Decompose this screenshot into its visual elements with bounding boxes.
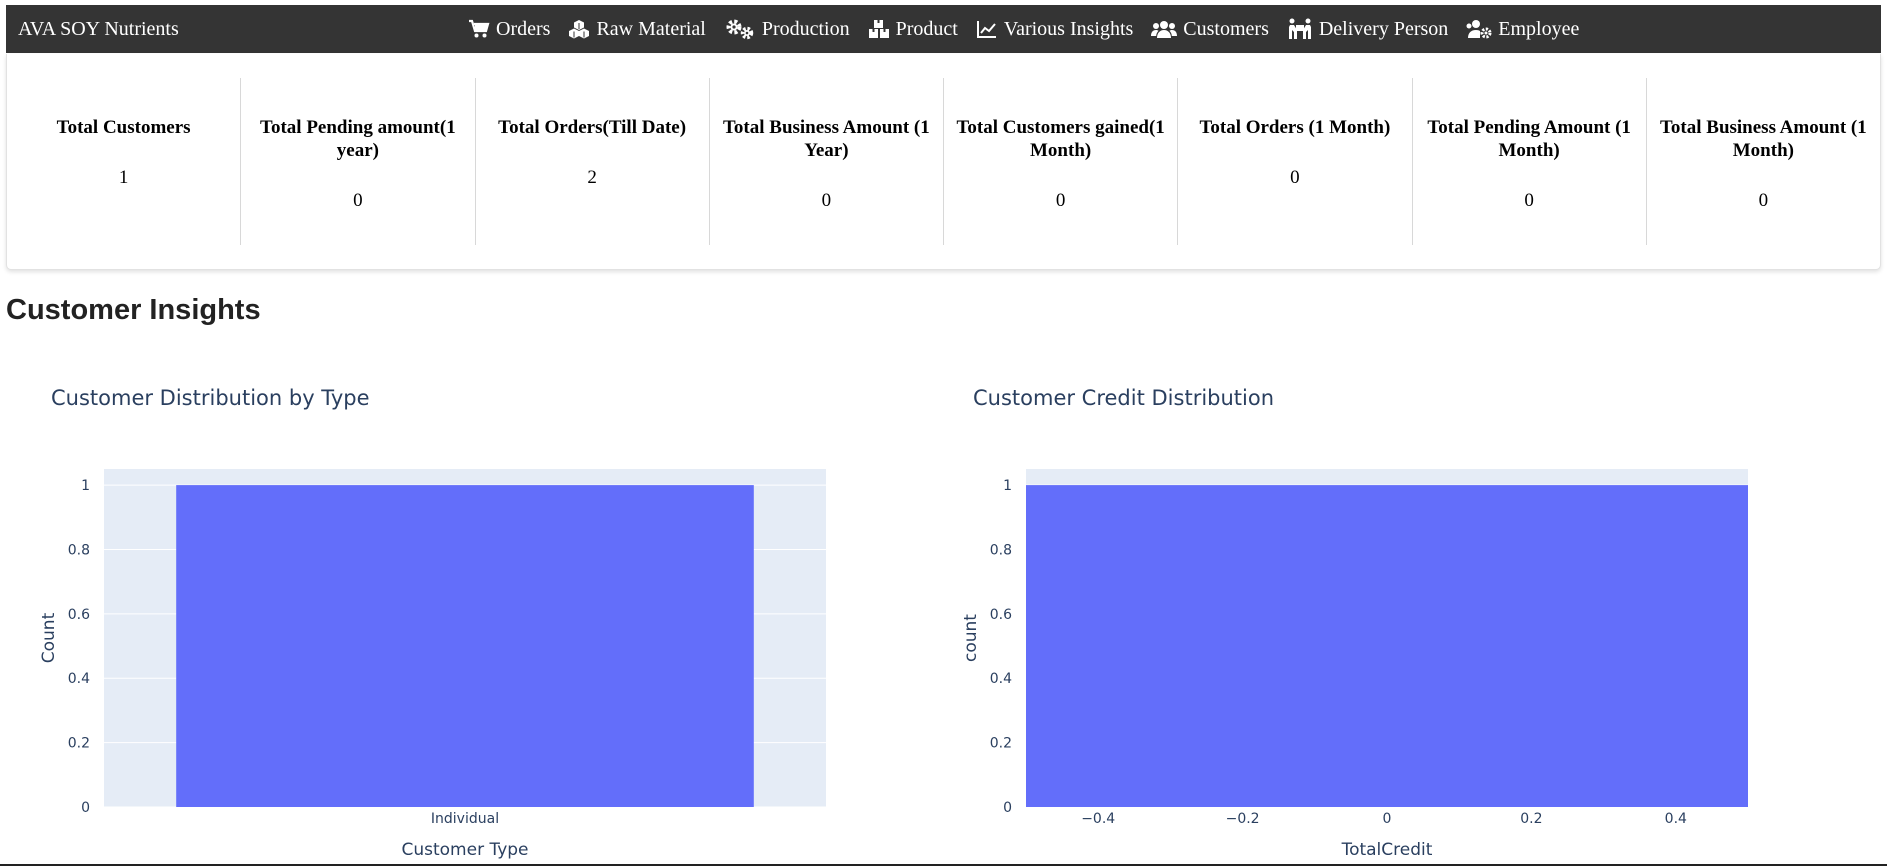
x-tick-label: −0.2 (1226, 811, 1260, 827)
histogram-bar (1026, 485, 1748, 807)
y-tick-label: 0 (1003, 800, 1012, 816)
stat-label: Total Customers gained(1 Month) (956, 117, 1165, 161)
nav-menu: Orders Raw Material Production Product V… (468, 5, 1579, 53)
x-tick-label: 0.4 (1665, 811, 1687, 827)
customer-distribution-chart: Customer Distribution by Type 0 0.2 0.4 0.6 0… (0, 370, 920, 866)
y-tick-label: 0.2 (68, 736, 90, 752)
line-chart-icon (976, 19, 998, 39)
nav-label-customers: Customers (1183, 17, 1269, 40)
stat-total-orders-till-date: Total Orders(Till Date) 2 (474, 78, 709, 245)
chart-title: Customer Credit Distribution (973, 386, 1274, 410)
y-axis-title: count (961, 614, 981, 662)
nav-item-product[interactable]: Product (868, 18, 958, 41)
customer-distribution-svg: Customer Distribution by Type 0 0.2 0.4 0.6 0… (39, 386, 826, 860)
stat-total-pending-amount-1-month: Total Pending Amount (1 Month) 0 (1411, 78, 1646, 245)
nav-label-production: Production (761, 17, 850, 40)
nav-item-orders[interactable]: Orders (468, 18, 550, 41)
stat-value: 0 (821, 190, 832, 211)
y-tick-label: 0.6 (68, 607, 90, 623)
x-axis-title: Customer Type (401, 840, 528, 860)
stat-value: 2 (587, 167, 597, 188)
stat-value: 0 (1055, 190, 1066, 211)
stat-total-customers-gained-1-month: Total Customers gained(1 Month) 0 (943, 78, 1177, 245)
y-tick-label: 0.6 (990, 607, 1012, 623)
users-icon (1151, 19, 1178, 39)
x-tick-label: −0.4 (1081, 811, 1115, 827)
nav-item-various-insights[interactable]: Various Insights (976, 18, 1133, 41)
section-title: Customer Insights (6, 294, 261, 326)
bar-individual (176, 485, 754, 807)
y-axis-title: Count (39, 612, 59, 663)
nav-item-delivery-person[interactable]: Delivery Person (1287, 18, 1448, 41)
top-navbar: AVA SOY Nutrients Orders Raw Material Pr… (6, 5, 1881, 53)
stat-total-pending-amount-1-year: Total Pending amount(1 year) 0 (240, 78, 474, 245)
x-tick-label: Individual (431, 811, 499, 827)
stat-label: Total Orders(Till Date) (498, 117, 687, 138)
y-tick-label: 1 (1003, 478, 1012, 494)
stat-label: Total Pending amount(1 year) (260, 117, 456, 161)
nav-label-delivery-person: Delivery Person (1318, 17, 1449, 40)
stats-card: Total Customers 1 Total Pending amount(1… (6, 54, 1881, 270)
customer-credit-chart: Customer Credit Distribution 0 0.2 0.4 0.6 0.… (922, 370, 1862, 866)
x-tick-label: 0.2 (1520, 811, 1542, 827)
nav-label-various-insights: Various Insights (1003, 17, 1134, 40)
y-tick-label: 1 (81, 478, 90, 494)
nav-item-employee[interactable]: Employee (1466, 18, 1579, 41)
people-carry-icon (1287, 18, 1313, 40)
stat-total-customers: Total Customers 1 (7, 78, 240, 245)
y-tick-label: 0 (81, 800, 90, 816)
gears-icon (724, 18, 756, 40)
y-tick-label: 0.4 (68, 671, 90, 687)
y-tick-label: 0.4 (990, 671, 1012, 687)
stat-label: Total Pending Amount (1 Month) (1427, 117, 1631, 161)
stat-label: Total Business Amount (1 Month) (1659, 117, 1867, 161)
stat-total-business-amount-1-year: Total Business Amount (1 Year) 0 (708, 78, 943, 245)
cart-icon (468, 19, 490, 39)
y-tick-label: 0.2 (990, 736, 1012, 752)
stat-total-business-amount-1-month: Total Business Amount (1 Month) 0 (1645, 78, 1880, 245)
nav-label-product: Product (895, 17, 958, 40)
brand-title[interactable]: AVA SOY Nutrients (18, 5, 179, 53)
stat-label: Total Business Amount (1 Year) (722, 117, 930, 161)
y-tick-label: 0.8 (68, 542, 90, 558)
boxes-icon (868, 19, 890, 39)
stat-label: Total Customers (56, 117, 191, 138)
nav-item-raw-material[interactable]: Raw Material (568, 17, 706, 41)
stats-row: Total Customers 1 Total Pending amount(1… (7, 78, 1880, 245)
chart-title: Customer Distribution by Type (51, 386, 370, 410)
stat-total-orders-1-month: Total Orders (1 Month) 0 (1177, 78, 1411, 245)
users-cog-icon (1466, 19, 1492, 39)
nav-label-raw-material: Raw Material (596, 17, 706, 40)
stat-value: 0 (353, 190, 363, 211)
nav-label-employee: Employee (1498, 17, 1580, 40)
stat-value: 0 (1290, 167, 1300, 188)
customer-credit-svg: Customer Credit Distribution 0 0.2 0.4 0.6 0.… (961, 386, 1748, 860)
stat-value: 1 (118, 167, 129, 188)
stat-value: 0 (1524, 190, 1534, 211)
nav-label-orders: Orders (496, 17, 551, 40)
x-tick-label: 0 (1383, 811, 1392, 827)
nav-item-production[interactable]: Production (724, 18, 850, 41)
stat-label: Total Orders (1 Month) (1199, 117, 1391, 138)
cubes-icon (568, 19, 590, 39)
y-tick-label: 0.8 (990, 542, 1012, 558)
stat-value: 0 (1758, 190, 1769, 211)
nav-item-customers[interactable]: Customers (1151, 18, 1269, 41)
x-axis-title: TotalCredit (1341, 840, 1433, 860)
